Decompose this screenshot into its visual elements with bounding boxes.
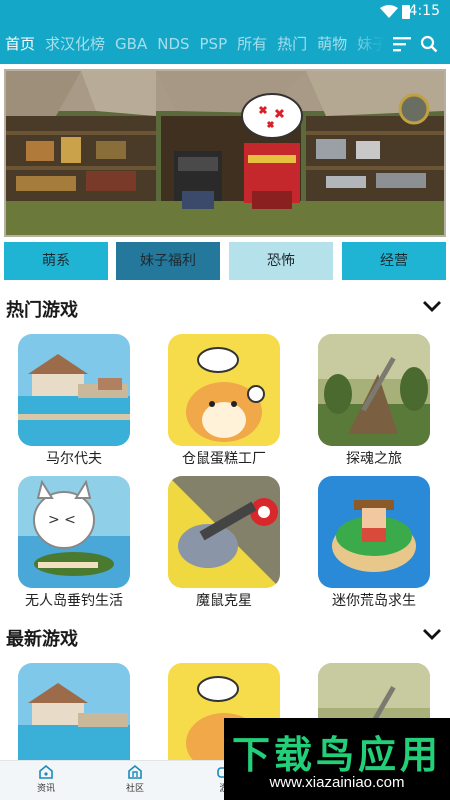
status-time: 4:15 [408,3,440,19]
game-icon [168,476,280,588]
watermark-title: 下载鸟应用 [231,733,442,777]
search-icon[interactable] [420,35,438,53]
chevron-down-icon[interactable] [422,299,442,313]
tab-popular[interactable]: 热门 [277,24,307,64]
tab-nds[interactable]: NDS [157,24,189,64]
category-tabs: 首页求汉化榜GBANDSPSP所有热门萌物妹子 [0,24,384,64]
game-name: 探魂之旅 [346,451,402,467]
svg-text:> <: > < [48,512,76,528]
status-bar: 4:15 [0,0,450,24]
game-name: 无人岛垂钓生活 [25,593,123,609]
chip-management[interactable]: 经营 [342,242,446,280]
category-chips: 萌系 妹子福利 恐怖 经营 [4,242,446,282]
bottom-nav-label: 资讯 [36,784,55,794]
game-icon [168,334,280,446]
chip-horror[interactable]: 恐怖 [229,242,333,280]
chevron-down-icon[interactable] [422,627,442,641]
latest-games-title: 最新游戏 [6,629,78,650]
tab-psp[interactable]: PSP [200,24,228,64]
chip-girls-welfare[interactable]: 妹子福利 [116,242,220,280]
game-name: 迷你荒岛求生 [332,593,416,609]
featured-banner[interactable] [4,69,446,237]
home-icon [39,764,53,779]
watermark: 下载鸟应用 www.xiazainiao.com [224,718,450,800]
bottom-nav-label: 社区 [125,784,144,794]
game-name: 魔鼠克星 [196,593,252,609]
game-name: 马尔代夫 [46,451,102,467]
bottom-nav-community[interactable]: 社区 [115,763,155,799]
tab-cute[interactable]: 萌物 [317,24,347,64]
top-nav-bar: 首页求汉化榜GBANDSPSP所有热门萌物妹子 [0,24,450,64]
tab-all[interactable]: 所有 [237,24,267,64]
sort-icon[interactable] [392,34,412,54]
game-icon [18,663,130,775]
watermark-url: www.xiazainiao.com [269,774,405,791]
tab-translation-ranking[interactable]: 求汉化榜 [45,24,105,64]
tab-home[interactable]: 首页 [5,24,35,64]
game-icon [18,334,130,446]
bottom-nav-news[interactable]: 资讯 [26,763,66,799]
chip-cute[interactable]: 萌系 [4,242,108,280]
hot-games-title: 热门游戏 [6,300,78,321]
community-icon [128,764,142,779]
game-icon: > < [18,476,130,588]
game-name: 仓鼠蛋糕工厂 [182,451,266,467]
tab-gba[interactable]: GBA [115,24,147,64]
game-icon [318,334,430,446]
game-icon [318,476,430,588]
banner-image [6,71,444,235]
wifi-icon [380,5,398,18]
